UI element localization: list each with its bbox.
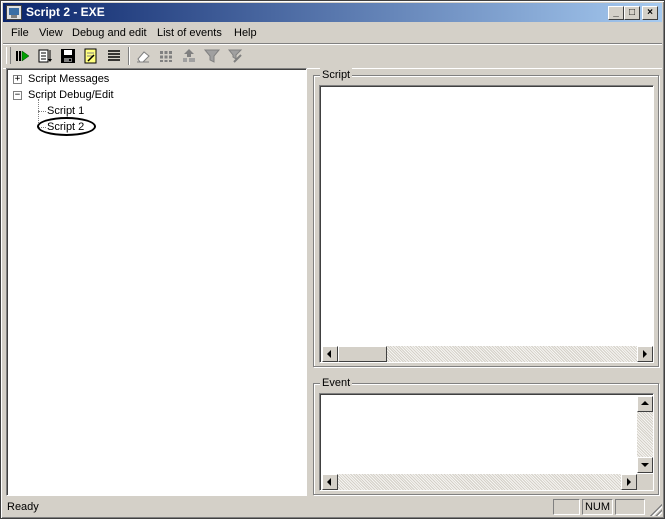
menu-view[interactable]: View [39,26,63,40]
status-bar: Ready NUM [3,498,662,516]
edit-document-icon[interactable] [82,47,100,65]
tree-connector [38,111,46,112]
tree-item-label: Script 1 [47,105,85,117]
scroll-up-button[interactable] [637,396,653,412]
status-panel-caps [553,499,580,515]
list-icon[interactable] [105,47,123,65]
status-panel-num: NUM [582,499,613,515]
event-group-label: Event [320,376,353,390]
menu-help[interactable]: Help [234,26,257,40]
eraser-icon[interactable] [134,47,152,65]
app-icon[interactable] [6,5,22,20]
tree-item-label: Script Debug/Edit [28,89,114,101]
scroll-right-button[interactable] [637,346,653,362]
toolbar-grip[interactable] [6,47,11,64]
step-list-icon[interactable] [36,47,54,65]
script-group-label: Script [320,68,353,82]
status-text: Ready [7,501,39,513]
tree-item-label: Script Messages [28,73,110,85]
event-up-icon[interactable] [180,47,198,65]
script-horizontal-scrollbar[interactable] [322,346,653,362]
scroll-left-button[interactable] [322,346,338,362]
expand-plus-icon[interactable]: + [13,75,22,84]
event-edit-icon[interactable] [226,47,244,65]
menu-list-of-events[interactable]: List of events [157,26,222,40]
scroll-corner [637,474,653,490]
scroll-thumb[interactable] [338,346,387,362]
resize-grip[interactable] [650,504,662,516]
highlight-circle [37,117,96,136]
scroll-right-button[interactable] [621,474,637,490]
script-tree[interactable]: + Script Messages − Script Debug/Edit Sc… [6,68,307,496]
menu-bar: File View Debug and edit List of events … [3,23,662,42]
funnel-icon[interactable] [203,47,221,65]
close-button[interactable]: × [642,6,658,20]
run-icon[interactable] [13,47,31,65]
save-icon[interactable] [59,47,77,65]
minimize-button[interactable]: _ [608,6,624,20]
scroll-down-button[interactable] [637,457,653,473]
grid-icon[interactable] [157,47,175,65]
toolbar-separator [128,47,130,65]
collapse-minus-icon[interactable]: − [13,91,22,100]
event-horizontal-scrollbar[interactable] [322,474,637,490]
menu-debug-and-edit[interactable]: Debug and edit [72,26,147,40]
event-vertical-scrollbar[interactable] [637,396,653,473]
event-text-area[interactable] [319,393,654,491]
event-group: Event [313,376,659,495]
script-editor[interactable] [319,85,654,363]
script-group: Script [313,68,659,367]
status-panel-scroll [615,499,645,515]
maximize-button[interactable]: □ [624,6,640,20]
scroll-left-button[interactable] [322,474,338,490]
menu-file[interactable]: File [11,26,29,40]
window-title: Script 2 - EXE [26,5,105,19]
toolbar [3,43,662,69]
title-bar[interactable]: Script 2 - EXE _ □ × [3,3,662,22]
app-window: Script 2 - EXE _ □ × File View Debug and… [0,0,665,519]
